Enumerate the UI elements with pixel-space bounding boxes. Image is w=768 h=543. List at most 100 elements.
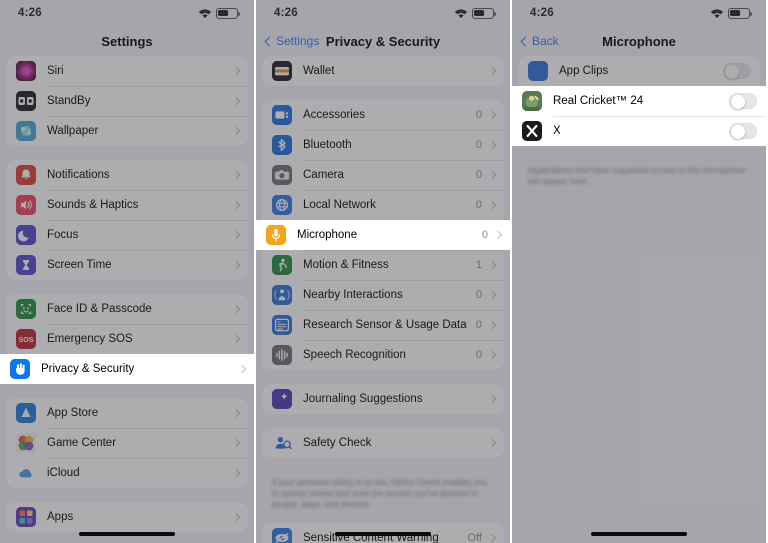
highlighted-list-item[interactable]: Microphone 0 <box>256 220 510 250</box>
list-item[interactable]: Screen Time <box>6 250 248 280</box>
highlighted-row-group[interactable]: Real Cricket™ 24 X <box>512 86 766 146</box>
list-item[interactable]: Wallet <box>262 56 504 86</box>
privacy-list[interactable]: Wallet Accessories 0 Bluetooth 0 Camera 0 Local… <box>256 56 510 543</box>
list-item[interactable]: Camera 0 <box>262 160 504 190</box>
highlighted-list-item[interactable]: Real Cricket™ 24 <box>512 86 766 116</box>
chevron-right-icon <box>231 66 241 76</box>
journaling-suggestions-icon <box>272 389 292 409</box>
list-group: Journaling Suggestions <box>262 384 504 414</box>
app-clips-icon <box>528 61 548 81</box>
svg-text:SOS: SOS <box>19 337 34 344</box>
list-item-label: iCloud <box>47 467 80 479</box>
motion-fitness-icon <box>272 255 292 275</box>
list-item-label: X <box>553 125 561 137</box>
back-button[interactable]: Back <box>520 34 559 48</box>
list-item-label: Real Cricket™ 24 <box>553 95 644 107</box>
list-item-label: Camera <box>303 169 344 181</box>
chevron-right-icon <box>487 438 497 448</box>
game-center-icon <box>16 433 36 453</box>
list-item-value: 0 <box>481 229 488 241</box>
permission-toggle[interactable] <box>729 93 757 109</box>
chevron-right-icon <box>231 200 241 210</box>
page-title: Settings <box>101 33 153 49</box>
highlighted-list-item[interactable]: Privacy & Security <box>0 354 254 384</box>
back-button[interactable]: Settings <box>264 34 319 48</box>
chevron-left-icon <box>520 36 531 46</box>
list-item-label: Safety Check <box>303 437 372 449</box>
list-item[interactable]: App Store <box>6 398 248 428</box>
status-bar-time: 4:26 <box>18 7 42 19</box>
panel-microphone: 4:26 Back Microphone App Clips Real Crick… <box>512 0 766 543</box>
panel-settings: 4:26 Settings Siri StandBy Wallpaper Notifi… <box>0 0 256 543</box>
list-item-value: 0 <box>475 349 482 361</box>
safety-check-icon <box>272 433 292 453</box>
list-item-label: Microphone <box>297 229 358 241</box>
list-group: Notifications Sounds & Haptics Focus Screen… <box>6 160 248 280</box>
list-item[interactable]: Apps <box>6 502 248 532</box>
list-item[interactable]: App Clips <box>518 56 760 86</box>
list-item[interactable]: Wallpaper <box>6 116 248 146</box>
battery-icon <box>728 7 752 19</box>
app-store-icon <box>16 403 36 423</box>
highlighted-row-group[interactable]: Microphone 0 <box>256 220 510 250</box>
list-item[interactable]: Motion & Fitness 1 <box>262 250 504 280</box>
list-item-label: Local Network <box>303 199 376 211</box>
nav-bar-panel3: Back Microphone <box>512 26 766 56</box>
group-footnote: Applications that have requested access … <box>528 165 746 187</box>
highlighted-row-group[interactable]: Privacy & Security <box>0 354 254 384</box>
list-item[interactable]: Focus <box>6 220 248 250</box>
nav-bar-panel1: Settings <box>0 26 254 56</box>
list-item[interactable]: Sounds & Haptics <box>6 190 248 220</box>
wifi-icon <box>454 8 468 18</box>
list-item-label: Emergency SOS <box>47 333 133 345</box>
home-indicator <box>79 532 175 536</box>
list-group: App Store Game Center iCloud <box>6 398 248 488</box>
list-item-value: 0 <box>475 169 482 181</box>
nearby-interactions-icon <box>272 285 292 305</box>
chevron-right-icon <box>237 364 247 374</box>
chevron-right-icon <box>487 533 497 542</box>
list-item[interactable]: Face ID & Passcode <box>6 294 248 324</box>
list-item[interactable]: Game Center <box>6 428 248 458</box>
list-item-value: 0 <box>475 109 482 121</box>
list-group: Apps <box>6 502 248 532</box>
standby-icon <box>16 91 36 111</box>
permission-toggle[interactable] <box>729 123 757 139</box>
list-item[interactable]: Notifications <box>6 160 248 190</box>
list-item[interactable]: iCloud <box>6 458 248 488</box>
permission-toggle[interactable] <box>723 63 751 79</box>
list-item[interactable]: Accessories 0 <box>262 100 504 130</box>
microphone-icon <box>266 225 286 245</box>
list-item[interactable]: StandBy <box>6 86 248 116</box>
status-bar-indicators <box>454 7 496 19</box>
list-item[interactable]: SOS Emergency SOS <box>6 324 248 354</box>
list-item-label: App Clips <box>559 65 609 77</box>
list-group: Wallet <box>262 56 504 86</box>
status-bar-panel2: 4:26 <box>256 0 510 26</box>
chevron-right-icon <box>231 468 241 478</box>
chevron-right-icon <box>487 66 497 76</box>
siri-icon <box>16 61 36 81</box>
chevron-right-icon <box>487 140 497 150</box>
list-item[interactable]: Safety Check <box>262 428 504 458</box>
list-group: Siri StandBy Wallpaper <box>6 56 248 146</box>
list-item[interactable]: Speech Recognition 0 <box>262 340 504 370</box>
list-item-label: Apps <box>47 511 74 523</box>
list-item[interactable]: Nearby Interactions 0 <box>262 280 504 310</box>
status-bar-time: 4:26 <box>530 7 554 19</box>
sounds-haptics-icon <box>16 195 36 215</box>
list-item-label: Screen Time <box>47 259 112 271</box>
list-item[interactable]: Bluetooth 0 <box>262 130 504 160</box>
list-item-label: Journaling Suggestions <box>303 393 423 405</box>
chevron-right-icon <box>231 230 241 240</box>
list-item-label: Speech Recognition <box>303 349 406 361</box>
list-item[interactable]: Siri <box>6 56 248 86</box>
highlighted-list-item[interactable]: X <box>512 116 766 146</box>
list-item[interactable]: Research Sensor & Usage Data 0 <box>262 310 504 340</box>
list-item[interactable]: Local Network 0 <box>262 190 504 220</box>
list-item-value: 1 <box>475 259 482 271</box>
settings-list[interactable]: Siri StandBy Wallpaper Notifications Sounds … <box>0 56 254 532</box>
list-item[interactable]: Journaling Suggestions <box>262 384 504 414</box>
list-item-label: Game Center <box>47 437 117 449</box>
status-bar-panel3: 4:26 <box>512 0 766 26</box>
